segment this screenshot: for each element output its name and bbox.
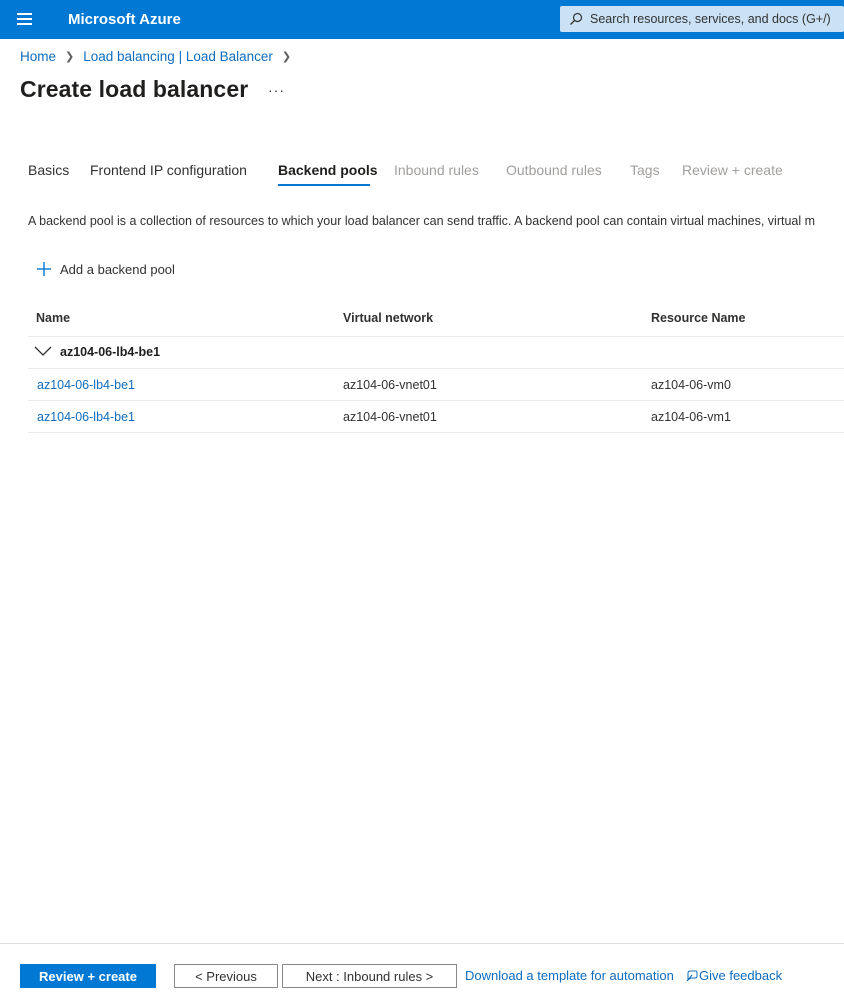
previous-button[interactable]: < Previous (174, 964, 278, 988)
breadcrumb: Home ❯ Load balancing | Load Balancer ❯ (20, 49, 300, 64)
tab-frontend-ip-configuration[interactable]: Frontend IP configuration (90, 162, 247, 178)
virtual-network-cell: az104-06-vnet01 (343, 410, 437, 424)
add-backend-pool-button[interactable]: Add a backend pool (36, 259, 175, 279)
chevron-right-icon: ❯ (281, 51, 292, 63)
table-row: az104-06-lb4-be1 az104-06-vnet01 az104-0… (28, 369, 844, 401)
active-tab-indicator (278, 184, 370, 186)
backend-pool-description: A backend pool is a collection of resour… (28, 214, 816, 228)
plus-icon (37, 262, 51, 276)
tab-basics[interactable]: Basics (28, 162, 69, 178)
resource-name-cell: az104-06-vm0 (651, 378, 731, 392)
search-input[interactable]: Search resources, services, and docs (G+… (560, 6, 844, 32)
breadcrumb-load-balancing[interactable]: Load balancing | Load Balancer (83, 49, 273, 64)
search-placeholder: Search resources, services, and docs (G+… (590, 12, 831, 26)
tab-outbound-rules: Outbound rules (506, 162, 602, 178)
give-feedback-label: Give feedback (699, 968, 783, 983)
hamburger-menu-icon[interactable] (17, 13, 32, 25)
top-bar: Microsoft Azure Search resources, servic… (0, 0, 844, 39)
page-title: Create load balancer (20, 76, 249, 102)
search-icon (570, 12, 583, 25)
download-template-link[interactable]: Download a template for automation (465, 968, 674, 983)
tab-tags: Tags (630, 162, 660, 178)
chevron-right-icon: ❯ (65, 51, 75, 63)
column-header-name[interactable]: Name (36, 311, 70, 325)
resource-name-cell: az104-06-vm1 (651, 410, 731, 424)
breadcrumb-home[interactable]: Home (20, 49, 56, 64)
tab-strip: Basics Frontend IP configuration Backend… (0, 162, 844, 192)
feedback-icon (686, 970, 698, 981)
column-header-virtual-network[interactable]: Virtual network (343, 311, 433, 325)
table-group-row[interactable]: az104-06-lb4-be1 (28, 337, 844, 369)
add-backend-pool-label: Add a backend pool (60, 261, 175, 277)
footer-action-bar: Review + create < Previous Next : Inboun… (0, 943, 844, 1008)
table-header: Name Virtual network Resource Name (28, 302, 844, 337)
column-header-resource-name[interactable]: Resource Name (651, 311, 746, 325)
review-create-button[interactable]: Review + create (20, 964, 156, 988)
brand-title[interactable]: Microsoft Azure (68, 11, 181, 28)
virtual-network-cell: az104-06-vnet01 (343, 378, 437, 392)
tab-inbound-rules: Inbound rules (394, 162, 479, 178)
tab-review-create: Review + create (682, 162, 783, 178)
pool-name-link[interactable]: az104-06-lb4-be1 (37, 378, 135, 392)
next-inbound-rules-button[interactable]: Next : Inbound rules > (282, 964, 457, 988)
more-options-icon[interactable]: ··· (268, 82, 285, 98)
give-feedback-link[interactable]: Give feedback (686, 968, 782, 983)
tab-backend-pools[interactable]: Backend pools (278, 162, 378, 178)
pool-name-link[interactable]: az104-06-lb4-be1 (37, 410, 135, 424)
chevron-down-icon[interactable] (34, 345, 52, 357)
backend-pools-table: Name Virtual network Resource Name az104… (28, 302, 844, 433)
table-row: az104-06-lb4-be1 az104-06-vnet01 az104-0… (28, 401, 844, 433)
group-label: az104-06-lb4-be1 (60, 345, 161, 359)
